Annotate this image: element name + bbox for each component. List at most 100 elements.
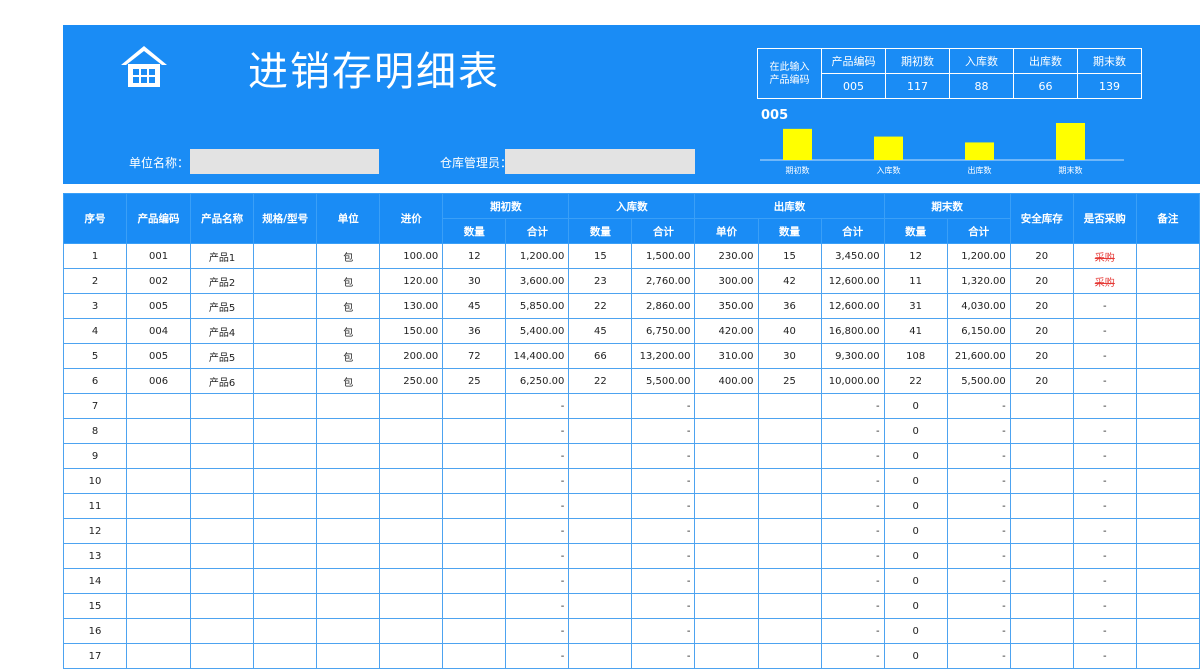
cell-opening-total[interactable]: -	[505, 468, 570, 494]
cell-unit[interactable]: 包	[316, 268, 381, 294]
cell-code[interactable]	[126, 493, 192, 519]
cell-name[interactable]: 产品1	[190, 243, 255, 269]
cell-outbound-total[interactable]: -	[820, 468, 885, 494]
cell-safety-stock[interactable]: 20	[1009, 368, 1074, 394]
cell-remark[interactable]	[1135, 543, 1200, 569]
cell-code[interactable]	[126, 393, 192, 419]
cell-remark[interactable]	[1135, 293, 1200, 319]
cell-purchase[interactable]: -	[1072, 443, 1137, 469]
cell-remark[interactable]	[1135, 368, 1200, 394]
cell-closing-qty[interactable]: 0	[883, 618, 948, 644]
cell-opening-qty[interactable]	[442, 643, 507, 669]
cell-remark[interactable]	[1135, 643, 1200, 669]
cell-closing-qty[interactable]: 0	[883, 418, 948, 444]
cell-safety-stock[interactable]: 20	[1009, 293, 1074, 319]
cell-name[interactable]	[190, 643, 255, 669]
cell-outbound-total[interactable]: -	[820, 593, 885, 619]
cell-code[interactable]: 005	[126, 343, 192, 369]
cell-code[interactable]	[126, 468, 192, 494]
cell-opening-total[interactable]: -	[505, 518, 570, 544]
cell-closing-total[interactable]: -	[946, 468, 1011, 494]
cell-code[interactable]: 002	[126, 268, 192, 294]
cell-inbound-total[interactable]: 6,750.00	[631, 318, 696, 344]
cell-spec[interactable]	[253, 618, 318, 644]
cell-purchase[interactable]: -	[1072, 618, 1137, 644]
cell-name[interactable]	[190, 443, 255, 469]
cell-outbound-qty[interactable]	[757, 493, 822, 519]
cell-closing-qty[interactable]: 0	[883, 543, 948, 569]
summary-input-hint[interactable]: 在此输入 产品编码	[757, 48, 822, 99]
cell-outbound-price[interactable]	[694, 593, 759, 619]
cell-name[interactable]: 产品2	[190, 268, 255, 294]
cell-seq[interactable]: 5	[62, 343, 128, 369]
cell-outbound-price[interactable]: 230.00	[694, 243, 759, 269]
cell-seq[interactable]: 14	[62, 568, 128, 594]
warehouse-manager-input[interactable]	[505, 149, 695, 174]
cell-safety-stock[interactable]	[1009, 518, 1074, 544]
cell-seq[interactable]: 10	[62, 468, 128, 494]
cell-price[interactable]	[379, 393, 444, 419]
cell-unit[interactable]	[316, 643, 381, 669]
cell-purchase[interactable]: -	[1072, 368, 1137, 394]
cell-spec[interactable]	[253, 393, 318, 419]
cell-safety-stock[interactable]	[1009, 568, 1074, 594]
cell-price[interactable]	[379, 593, 444, 619]
cell-closing-total[interactable]: -	[946, 568, 1011, 594]
cell-inbound-qty[interactable]: 22	[568, 293, 633, 319]
cell-code[interactable]	[126, 643, 192, 669]
cell-unit[interactable]	[316, 593, 381, 619]
cell-outbound-total[interactable]: -	[820, 393, 885, 419]
cell-name[interactable]	[190, 568, 255, 594]
cell-outbound-qty[interactable]	[757, 568, 822, 594]
cell-outbound-price[interactable]	[694, 618, 759, 644]
cell-spec[interactable]	[253, 643, 318, 669]
cell-inbound-total[interactable]: -	[631, 443, 696, 469]
cell-price[interactable]	[379, 518, 444, 544]
cell-name[interactable]	[190, 593, 255, 619]
cell-inbound-qty[interactable]	[568, 643, 633, 669]
cell-outbound-price[interactable]: 420.00	[694, 318, 759, 344]
cell-outbound-total[interactable]: 12,600.00	[820, 293, 885, 319]
cell-outbound-price[interactable]	[694, 643, 759, 669]
cell-name[interactable]	[190, 618, 255, 644]
cell-outbound-qty[interactable]	[757, 393, 822, 419]
cell-outbound-total[interactable]: 9,300.00	[820, 343, 885, 369]
cell-remark[interactable]	[1135, 418, 1200, 444]
cell-closing-total[interactable]: 21,600.00	[946, 343, 1011, 369]
cell-spec[interactable]	[253, 293, 318, 319]
cell-opening-qty[interactable]	[442, 443, 507, 469]
cell-closing-total[interactable]: -	[946, 393, 1011, 419]
cell-price[interactable]: 150.00	[379, 318, 444, 344]
cell-remark[interactable]	[1135, 518, 1200, 544]
cell-opening-qty[interactable]: 25	[442, 368, 507, 394]
cell-seq[interactable]: 17	[62, 643, 128, 669]
cell-outbound-price[interactable]	[694, 418, 759, 444]
cell-seq[interactable]: 12	[62, 518, 128, 544]
cell-price[interactable]: 250.00	[379, 368, 444, 394]
cell-outbound-price[interactable]: 300.00	[694, 268, 759, 294]
cell-code[interactable]: 004	[126, 318, 192, 344]
cell-purchase[interactable]: -	[1072, 418, 1137, 444]
cell-spec[interactable]	[253, 543, 318, 569]
cell-spec[interactable]	[253, 268, 318, 294]
cell-inbound-total[interactable]: -	[631, 393, 696, 419]
cell-opening-qty[interactable]	[442, 568, 507, 594]
cell-purchase[interactable]: -	[1072, 568, 1137, 594]
cell-code[interactable]	[126, 618, 192, 644]
cell-outbound-total[interactable]: -	[820, 418, 885, 444]
cell-outbound-price[interactable]: 400.00	[694, 368, 759, 394]
cell-opening-total[interactable]: -	[505, 543, 570, 569]
cell-inbound-qty[interactable]	[568, 418, 633, 444]
cell-inbound-total[interactable]: -	[631, 468, 696, 494]
cell-code[interactable]	[126, 593, 192, 619]
cell-opening-qty[interactable]	[442, 618, 507, 644]
cell-closing-qty[interactable]: 22	[883, 368, 948, 394]
cell-closing-total[interactable]: 1,320.00	[946, 268, 1011, 294]
cell-unit[interactable]	[316, 443, 381, 469]
cell-closing-qty[interactable]: 0	[883, 643, 948, 669]
cell-opening-qty[interactable]	[442, 393, 507, 419]
cell-outbound-qty[interactable]: 25	[757, 368, 822, 394]
cell-opening-total[interactable]: 3,600.00	[505, 268, 570, 294]
cell-safety-stock[interactable]	[1009, 393, 1074, 419]
cell-outbound-total[interactable]: -	[820, 518, 885, 544]
